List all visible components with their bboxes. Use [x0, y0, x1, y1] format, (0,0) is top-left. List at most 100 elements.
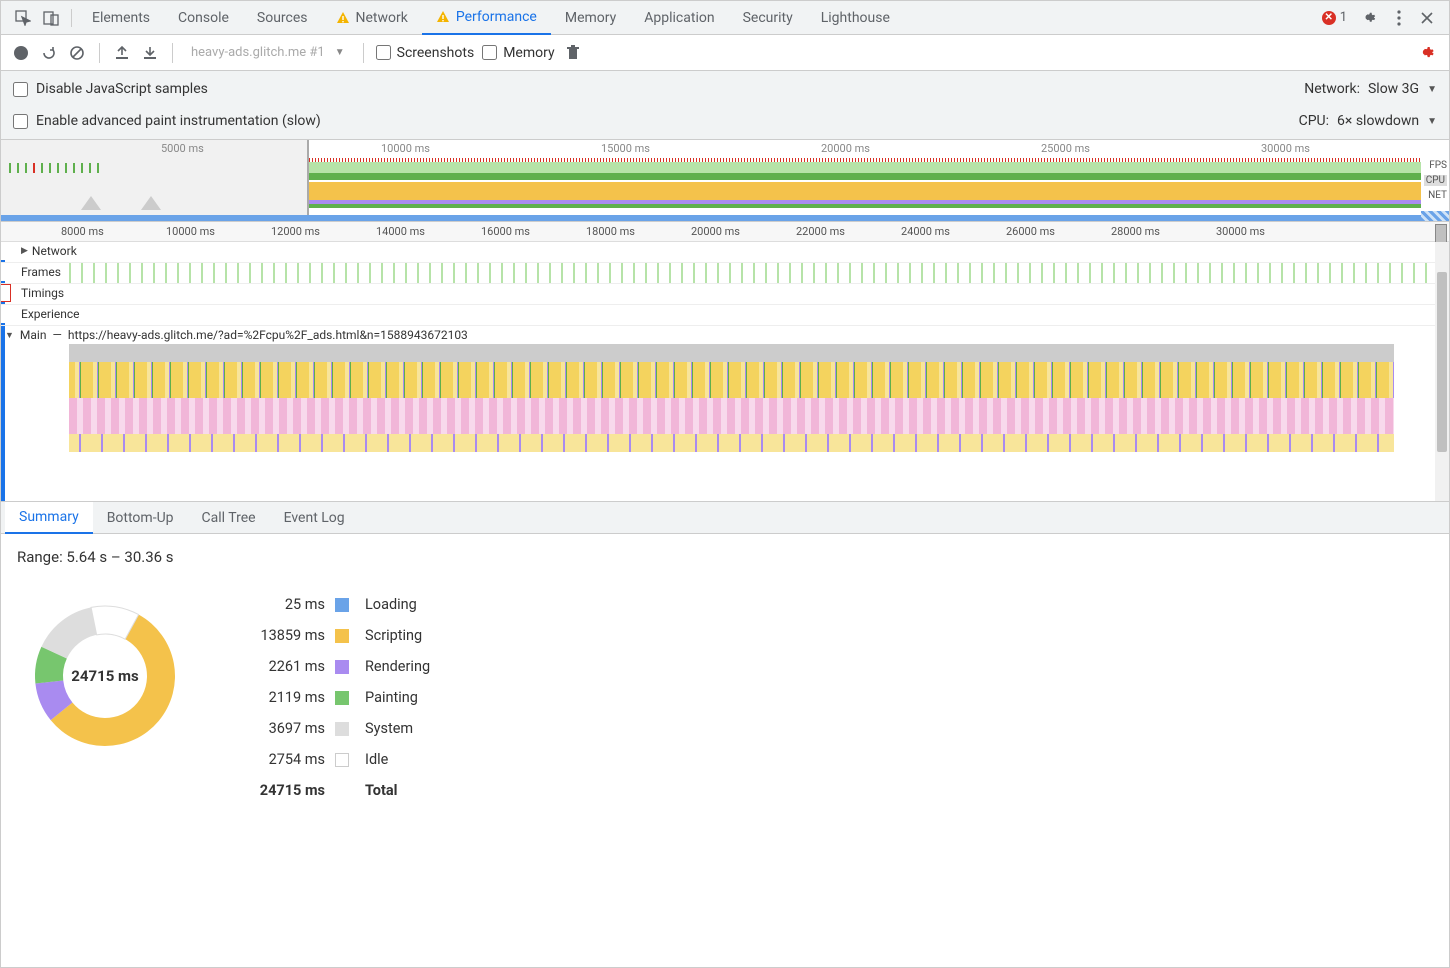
flame-row-paint[interactable] — [69, 434, 1394, 452]
legend-ms: 25 ms — [225, 596, 325, 613]
summary-range: Range: 5.64 s – 30.36 s — [17, 548, 1433, 566]
device-toolbar-icon[interactable] — [37, 4, 65, 32]
settings-gear-icon[interactable] — [1357, 4, 1385, 32]
tab-elements[interactable]: Elements — [78, 1, 164, 35]
flamechart-main[interactable] — [69, 344, 1435, 452]
donut-center-total: 24715 ms — [71, 667, 138, 685]
warning-icon — [336, 11, 350, 25]
close-devtools-icon[interactable] — [1413, 4, 1441, 32]
tick-label: 30000 ms — [1216, 225, 1265, 238]
legend-total-ms: 24715 ms — [225, 782, 325, 799]
legend-ms: 13859 ms — [225, 627, 325, 644]
legend-label: Painting — [365, 689, 485, 706]
details-tabs: Summary Bottom-Up Call Tree Event Log — [1, 502, 1449, 534]
track-main-header[interactable]: ▼ Main — https://heavy-ads.glitch.me/?ad… — [1, 326, 1449, 344]
tab-call-tree[interactable]: Call Tree — [188, 502, 270, 534]
track-label: Experience — [21, 307, 80, 321]
devtools-top-tabs: Elements Console Sources Network Perform… — [1, 1, 1449, 35]
tick-label: 8000 ms — [61, 225, 104, 238]
cpu-chart — [309, 182, 1421, 208]
garbage-collect-icon[interactable] — [563, 43, 583, 63]
save-profile-icon[interactable] — [140, 43, 160, 63]
capture-settings-icon[interactable] — [1419, 43, 1439, 63]
screenshots-checkbox[interactable]: Screenshots — [376, 45, 475, 61]
clear-button[interactable] — [67, 43, 87, 63]
legend-ms: 2261 ms — [225, 658, 325, 675]
tab-lighthouse[interactable]: Lighthouse — [807, 1, 904, 35]
track-frames[interactable]: Frames — [1, 263, 1449, 284]
overview-markers — [9, 162, 105, 172]
tab-security[interactable]: Security — [729, 1, 807, 35]
track-label: Network — [32, 244, 77, 258]
disable-js-samples-checkbox[interactable]: Disable JavaScript samples — [13, 81, 208, 97]
flame-row-script[interactable] — [69, 362, 1394, 380]
disable-js-samples-input[interactable] — [13, 82, 28, 97]
flame-row-render[interactable] — [69, 416, 1394, 434]
reload-button[interactable] — [39, 43, 59, 63]
net-chart — [1, 215, 1421, 221]
frames-strip — [69, 263, 1449, 283]
record-button[interactable] — [11, 43, 31, 63]
profile-selector[interactable]: heavy-ads.glitch.me #1 ▼ — [185, 45, 351, 60]
memory-checkbox-input[interactable] — [482, 45, 497, 60]
track-label: Frames — [21, 265, 61, 279]
divider — [71, 9, 72, 27]
legend-label: Idle — [365, 751, 485, 768]
tab-summary[interactable]: Summary — [5, 502, 93, 534]
swatch-painting — [335, 691, 349, 705]
screenshots-checkbox-input[interactable] — [376, 45, 391, 60]
tick-label: 15000 ms — [601, 142, 650, 155]
net-hatch — [1421, 211, 1449, 221]
caret-down-icon: ▼ — [1427, 84, 1437, 95]
track-timings[interactable]: DCL Timings — [1, 284, 1449, 305]
expand-icon[interactable]: ▶ — [21, 246, 28, 256]
track-experience[interactable]: Experience — [1, 305, 1449, 326]
divider — [172, 43, 173, 63]
flamechart-ruler[interactable]: 8000 ms 10000 ms 12000 ms 14000 ms 16000… — [1, 222, 1449, 242]
caret-down-icon: ▼ — [335, 47, 345, 58]
tick-label: 16000 ms — [481, 225, 530, 238]
track-label: Timings — [21, 286, 64, 300]
enable-paint-instrumentation-input[interactable] — [13, 114, 28, 129]
memory-checkbox[interactable]: Memory — [482, 45, 554, 61]
error-icon: ✕ — [1322, 11, 1336, 25]
capture-settings-panel: Disable JavaScript samples Network: Slow… — [1, 71, 1449, 140]
tab-memory[interactable]: Memory — [551, 1, 630, 35]
flame-row-task[interactable] — [69, 344, 1394, 362]
overview-timeline[interactable]: 5000 ms 10000 ms 15000 ms 20000 ms 25000… — [1, 140, 1449, 222]
swatch-system — [335, 722, 349, 736]
enable-paint-instrumentation-checkbox[interactable]: Enable advanced paint instrumentation (s… — [13, 113, 321, 129]
tab-bottom-up[interactable]: Bottom-Up — [93, 502, 188, 534]
tick-label: 18000 ms — [586, 225, 635, 238]
legend-label: System — [365, 720, 485, 737]
tick-label: 26000 ms — [1006, 225, 1055, 238]
profile-selector-label: heavy-ads.glitch.me #1 — [191, 45, 325, 60]
cpu-throttle-select[interactable]: CPU: 6× slowdown ▼ — [1299, 113, 1437, 129]
more-menu-icon[interactable] — [1385, 4, 1413, 32]
summary-legend: 25 msLoading 13859 msScripting 2261 msRe… — [225, 596, 485, 799]
tick-label: 22000 ms — [796, 225, 845, 238]
tab-console[interactable]: Console — [164, 1, 243, 35]
network-throttle-select[interactable]: Network: Slow 3G ▼ — [1304, 81, 1437, 97]
flamechart-tracks[interactable]: ▶ Network Frames DCL Timings Experience ▼… — [1, 242, 1449, 502]
flame-row-script[interactable] — [69, 380, 1394, 398]
vertical-scrollbar[interactable] — [1435, 242, 1449, 501]
fps-label: FPS — [1424, 160, 1447, 171]
tab-network[interactable]: Network — [322, 1, 422, 35]
swatch-scripting — [335, 629, 349, 643]
tab-application[interactable]: Application — [630, 1, 728, 35]
inspect-element-icon[interactable] — [9, 4, 37, 32]
track-network[interactable]: ▶ Network — [1, 242, 1449, 263]
tab-performance[interactable]: Performance — [422, 1, 551, 35]
load-profile-icon[interactable] — [112, 43, 132, 63]
overview-side-labels: FPS CPU NET — [1424, 160, 1447, 201]
timing-marker — [1, 284, 11, 302]
tab-sources[interactable]: Sources — [243, 1, 322, 35]
flame-row-render[interactable] — [69, 398, 1394, 416]
tab-event-log[interactable]: Event Log — [270, 502, 359, 534]
error-count[interactable]: ✕ 1 — [1322, 10, 1347, 25]
cpu-throttle-label: CPU: — [1299, 113, 1329, 129]
collapse-icon[interactable]: ▼ — [5, 330, 14, 341]
screenshots-label: Screenshots — [397, 45, 475, 61]
scroll-thumb[interactable] — [1437, 272, 1447, 452]
